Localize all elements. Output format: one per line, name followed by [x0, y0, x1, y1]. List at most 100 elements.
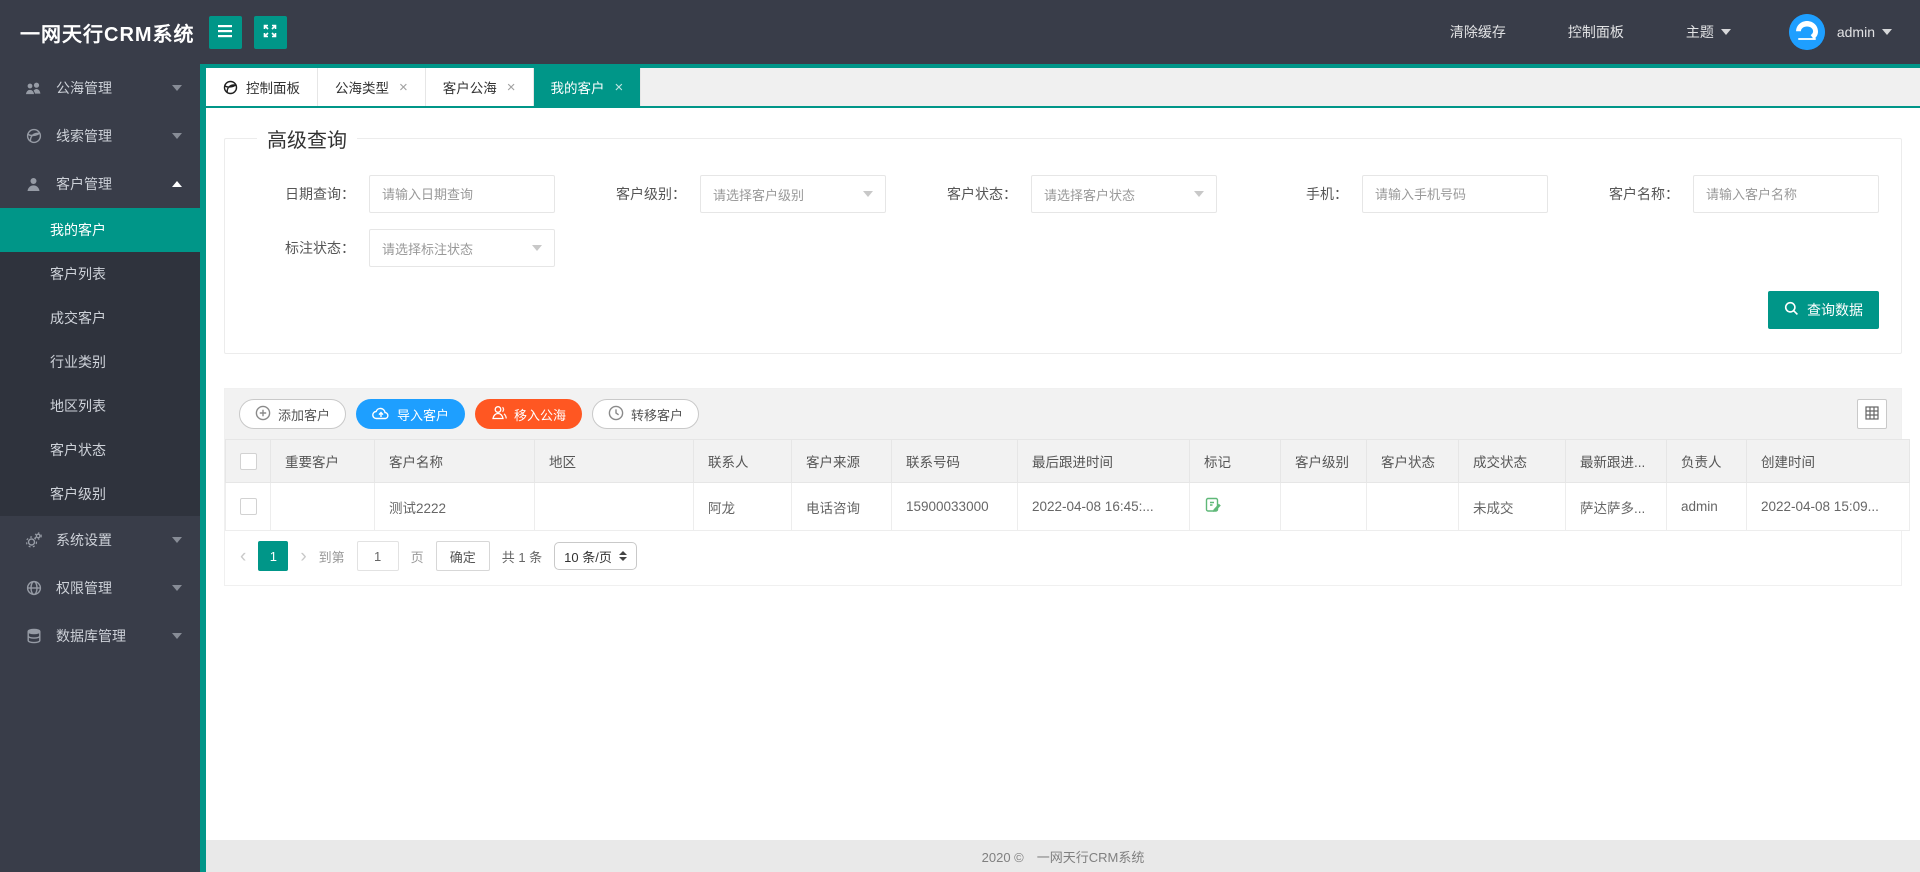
- clear-cache-link[interactable]: 清除缓存: [1450, 22, 1506, 42]
- add-customer-button[interactable]: 添加客户: [239, 399, 347, 429]
- tab-bar: 控制面板 公海类型 × 客户公海 × 我的客户 ×: [206, 64, 1920, 108]
- transfer-customer-button[interactable]: 转移客户: [592, 399, 700, 429]
- tab-label: 控制面板: [246, 81, 300, 96]
- row-checkbox[interactable]: [240, 498, 257, 515]
- search-data-button[interactable]: 查询数据: [1768, 291, 1879, 329]
- sidebar-toggle-button[interactable]: [208, 15, 242, 49]
- chevron-down-icon: [172, 133, 182, 139]
- person-icon: [24, 177, 43, 192]
- tab-dashboard[interactable]: 控制面板: [206, 68, 318, 106]
- fullscreen-icon: [262, 23, 278, 42]
- sidebar-item-my-customers[interactable]: 我的客户: [0, 208, 200, 252]
- col-created: 创建时间: [1746, 439, 1910, 483]
- permission-icon: [24, 580, 43, 596]
- customer-table: 重要客户 客户名称 地区 联系人 客户来源 联系号码 最后跟进时间 标记 客户级…: [225, 439, 1910, 531]
- gear-icon: [24, 532, 43, 548]
- sidebar-item-lead-management[interactable]: 线索管理: [0, 112, 200, 160]
- page-content: 高级查询 日期查询： 客户级别： 请选择客户级别: [206, 108, 1920, 840]
- stepper-icon: [618, 551, 627, 561]
- customer-name-label: 客户名称：: [1609, 186, 1679, 202]
- user-menu[interactable]: admin: [1837, 24, 1892, 40]
- col-phone: 联系号码: [891, 439, 1018, 483]
- close-icon[interactable]: ×: [615, 80, 624, 95]
- next-page-button[interactable]: ›: [300, 547, 306, 566]
- top-header: 一网天行CRM系统 清除缓存 控制面板 主题 admin: [0, 0, 1920, 64]
- advanced-query-panel: 高级查询 日期查询： 客户级别： 请选择客户级别: [224, 124, 1902, 354]
- mark-status-placeholder: 请选择标注状态: [382, 241, 474, 257]
- sidebar-item-industry-category[interactable]: 行业类别: [0, 340, 200, 384]
- tab-label: 公海类型: [335, 81, 389, 96]
- tab-customer-sea[interactable]: 客户公海 ×: [425, 68, 534, 106]
- customer-level-select[interactable]: 请选择客户级别: [700, 175, 886, 213]
- cell-source: 电话咨询: [791, 482, 892, 531]
- right-panel: 控制面板 公海类型 × 客户公海 × 我的客户 × 高级查询 日期查询： 请输入…: [206, 64, 1920, 872]
- query-row-2: 标注状态： 请选择标注状态: [247, 229, 1879, 267]
- customer-management-submenu: 我的客户 客户列表 成交客户 行业类别 地区列表 客户状态 客户级别: [0, 208, 200, 516]
- sidebar-item-database-management[interactable]: 数据库管理: [0, 612, 200, 660]
- fullscreen-button[interactable]: [253, 15, 287, 49]
- phone-label: 手机：: [1306, 186, 1348, 202]
- sidebar-item-customer-list[interactable]: 客户列表: [0, 252, 200, 296]
- move-to-sea-button[interactable]: 移入公海: [475, 399, 583, 429]
- close-icon[interactable]: ×: [507, 80, 516, 95]
- globe-icon: [24, 128, 43, 144]
- cell-customer-name: 测试2222: [374, 482, 535, 531]
- mark-icon[interactable]: [1204, 497, 1222, 517]
- customer-name-input[interactable]: [1693, 175, 1879, 213]
- cell-important: [270, 482, 375, 531]
- cell-last-follow: 2022-04-08 16:45:...: [1017, 482, 1190, 531]
- sidebar-item-region-list[interactable]: 地区列表: [0, 384, 200, 428]
- tab-sea-type[interactable]: 公海类型 ×: [318, 68, 426, 106]
- prev-page-button[interactable]: ‹: [240, 547, 246, 566]
- mark-status-select[interactable]: 请选择标注状态: [369, 229, 555, 267]
- username: admin: [1836, 24, 1875, 40]
- control-panel-link[interactable]: 控制面板: [1568, 22, 1624, 42]
- mark-status-group: 标注状态： 请选择标注状态: [247, 229, 555, 267]
- page-size-select[interactable]: 10 条/页: [554, 542, 637, 570]
- cell-phone: 15900033000: [891, 482, 1018, 531]
- sidebar-item-sea-management[interactable]: 公海管理: [0, 64, 200, 112]
- sidebar-item-label: 线索管理: [56, 128, 112, 144]
- chevron-down-icon: [172, 537, 182, 543]
- total-count-label: 共 1 条: [501, 549, 543, 565]
- theme-menu[interactable]: 主题: [1686, 22, 1731, 42]
- sidebar-item-label: 公海管理: [56, 80, 112, 96]
- table-header-row: 重要客户 客户名称 地区 联系人 客户来源 联系号码 最后跟进时间 标记 客户级…: [225, 439, 1910, 483]
- phone-input[interactable]: [1362, 175, 1548, 213]
- sidebar-nav: 公海管理 线索管理 客户管理 我的客户 客户列表 成交客户 行业类别 地区列表 …: [0, 64, 200, 872]
- advanced-query-title: 高级查询: [267, 130, 347, 152]
- customer-level-label: 客户级别：: [616, 186, 686, 202]
- import-customer-button[interactable]: 导入客户: [356, 399, 466, 429]
- sidebar-item-system-settings[interactable]: 系统设置: [0, 516, 200, 564]
- select-all-checkbox[interactable]: [240, 452, 257, 470]
- sidebar-item-customer-level[interactable]: 客户级别: [0, 472, 200, 516]
- chevron-down-icon: [172, 85, 182, 91]
- avatar[interactable]: [1788, 14, 1825, 50]
- customer-status-select[interactable]: 请选择客户状态: [1031, 175, 1217, 213]
- add-customer-label: 添加客户: [278, 407, 331, 423]
- table-row: 测试2222 阿龙 电话咨询 15900033000 2022-04-08 16…: [225, 482, 1910, 531]
- sidebar-item-customer-status[interactable]: 客户状态: [0, 428, 200, 472]
- goto-page-input[interactable]: [356, 541, 399, 571]
- transfer-customer-label: 转移客户: [631, 407, 684, 423]
- close-icon[interactable]: ×: [399, 80, 408, 95]
- goto-suffix-label: 页: [410, 549, 424, 565]
- customer-table-card: 添加客户 导入客户 移入公海 转移客户 重要客户 客户名称 地区 联系人 客户来…: [224, 388, 1910, 586]
- goto-prefix-label: 到第: [318, 549, 345, 565]
- cell-mark: [1189, 482, 1281, 531]
- sidebar-item-deal-customers[interactable]: 成交客户: [0, 296, 200, 340]
- chevron-down-icon: [532, 245, 542, 251]
- date-query-label: 日期查询：: [285, 186, 355, 202]
- cell-status: [1366, 482, 1459, 531]
- sidebar-item-permission-management[interactable]: 权限管理: [0, 564, 200, 612]
- column-settings-button[interactable]: [1857, 399, 1887, 429]
- cell-latest-follow: 萨达萨多...: [1565, 482, 1667, 531]
- current-page-button[interactable]: 1: [258, 541, 289, 571]
- date-query-input[interactable]: [369, 175, 555, 213]
- sidebar-item-customer-management[interactable]: 客户管理: [0, 160, 200, 208]
- search-icon: [1784, 301, 1799, 319]
- date-query-group: 日期查询：: [247, 175, 555, 213]
- cell-created: 2022-04-08 15:09...: [1746, 482, 1910, 531]
- tab-my-customers[interactable]: 我的客户 ×: [533, 68, 642, 106]
- goto-confirm-button[interactable]: 确定: [435, 541, 490, 571]
